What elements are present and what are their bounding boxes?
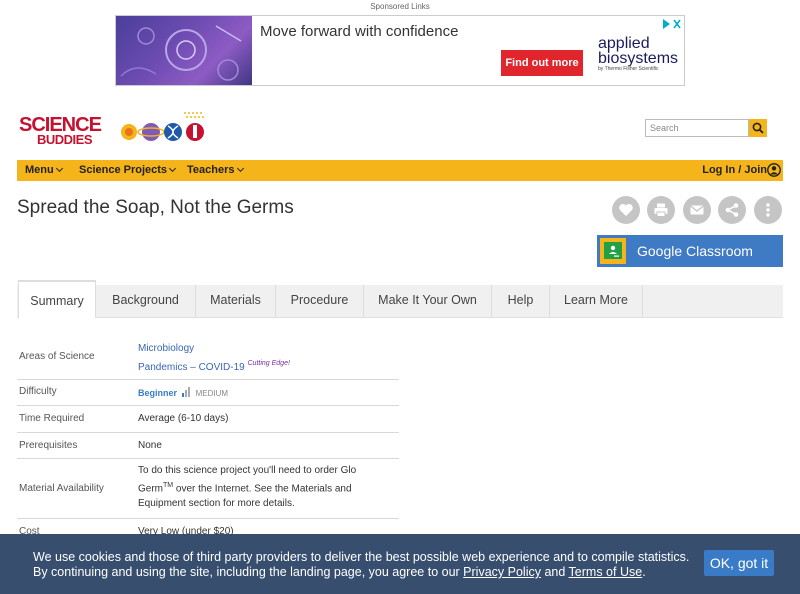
logo-icons [121,112,204,141]
ad-cta-button[interactable]: Find out more [501,50,583,76]
search-input[interactable]: Search [645,119,749,137]
difficulty-value: Beginner MEDIUM [138,386,378,401]
cutting-edge-badge: Cutting Edge! [247,360,290,367]
areas-of-science-label: Areas of Science [19,351,95,362]
privacy-policy-link[interactable]: Privacy Policy [463,565,541,579]
ad-image[interactable] [116,16,252,85]
nav-menu[interactable]: Menu [25,164,63,176]
chevron-down-icon [55,164,63,173]
time-required-row: Time Required Average (6-10 days) [17,406,399,433]
search-icon [752,122,764,134]
google-classroom-button[interactable]: Google Classroom [597,235,783,267]
areas-of-science-value: Microbiology Pandemics – COVID-19 Cuttin… [138,341,378,375]
login-join-link[interactable]: Log In / Join [702,164,767,176]
ad-brand-logo[interactable]: applied biosystems by Thermo Fisher Scie… [598,35,682,73]
material-availability-row: Material Availability To do this science… [17,459,399,519]
print-icon [654,203,668,217]
time-required-value: Average (6-10 days) [138,413,229,424]
brand-line-2: biosystems [598,50,679,67]
email-button[interactable] [683,196,711,224]
nav-teachers-label: Teachers [187,164,235,176]
cookie-and: and [540,565,569,579]
difficulty-medium: MEDIUM [195,389,229,398]
share-button[interactable] [718,196,746,224]
main-nav: Menu Science Projects Teachers Log In / … [17,160,783,181]
tab-background[interactable]: Background [96,285,196,318]
google-classroom-label: Google Classroom [637,243,753,259]
difficulty-bars-icon [181,387,190,397]
difficulty-row: Difficulty Beginner MEDIUM [17,380,399,406]
cookie-period: . [642,565,646,579]
tab-make-it-your-own[interactable]: Make It Your Own [364,285,492,318]
tab-help[interactable]: Help [492,285,550,318]
trademark-mark: TM [163,482,174,489]
cookie-text: We use cookies and those of third party … [33,550,693,580]
page-title: Spread the Soap, Not the Germs [17,197,294,218]
tab-learn-more[interactable]: Learn More [550,285,643,318]
material-availability-value: To do this science project you'll need t… [138,463,373,511]
chevron-down-icon [169,164,177,173]
print-button[interactable] [647,196,675,224]
nav-science-projects-label: Science Projects [79,164,168,176]
mail-icon [690,205,704,215]
tab-materials[interactable]: Materials [196,285,276,318]
brand-line-1: applied [598,35,650,52]
science-buddies-logo[interactable]: SCIENCE BUDDIES [17,110,207,150]
tab-summary[interactable]: Summary [18,280,96,318]
area-microbiology-link[interactable]: Microbiology [138,343,194,354]
more-icon [766,203,770,217]
logo-text-buddies: BUDDIES [37,132,93,147]
user-icon[interactable] [767,163,781,177]
chevron-down-icon [236,164,244,173]
heart-icon [619,204,633,216]
prerequisites-label: Prerequisites [19,440,78,451]
tab-procedure[interactable]: Procedure [276,285,364,318]
difficulty-beginner: Beginner [138,388,178,398]
more-options-button[interactable] [754,196,782,224]
ad-banner[interactable]: Move forward with confidence Find out mo… [115,15,685,86]
cookie-banner: We use cookies and those of third party … [0,534,800,594]
cookie-accept-button[interactable]: OK, got it [704,550,774,576]
terms-of-use-link[interactable]: Terms of Use [569,565,643,579]
time-required-label: Time Required [19,413,85,424]
search-button[interactable] [749,119,767,137]
material-availability-label: Material Availability [19,483,104,494]
favorite-button[interactable] [612,196,640,224]
area-covid-link[interactable]: Pandemics – COVID-19 [138,362,245,373]
difficulty-label: Difficulty [19,386,57,397]
nav-science-projects[interactable]: Science Projects [79,164,177,176]
prerequisites-row: Prerequisites None [17,433,399,459]
ad-headline[interactable]: Move forward with confidence [260,23,458,40]
share-icon [725,203,739,217]
areas-of-science-row: Areas of Science Microbiology Pandemics … [17,336,399,380]
prerequisites-value: None [138,440,162,451]
project-tabs: Summary Background Materials Procedure M… [17,280,783,318]
nav-teachers[interactable]: Teachers [187,164,244,176]
ad-close-icon[interactable] [662,17,682,29]
nav-menu-label: Menu [25,164,54,176]
google-classroom-icon [600,238,626,264]
sponsored-label: Sponsored Links [370,2,430,11]
